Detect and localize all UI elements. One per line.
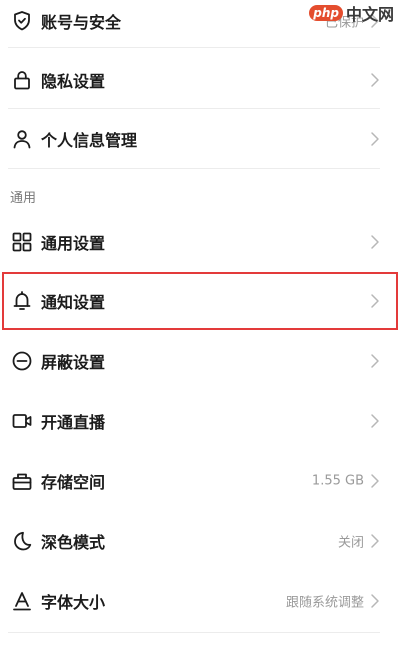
person-icon bbox=[10, 127, 34, 151]
settings-page: 账号与安全 已保护 隐私设置 个人信息管理 通用 通用设置 通知设置 屏蔽设置 … bbox=[0, 0, 400, 650]
grid-icon bbox=[10, 230, 34, 254]
dark-mode-value: 关闭 bbox=[337, 535, 364, 551]
divider bbox=[8, 168, 380, 169]
settings-item-general[interactable]: 通用设置 bbox=[0, 213, 400, 271]
storage-box-icon bbox=[10, 469, 34, 493]
settings-item-label: 通知设置 bbox=[41, 293, 106, 312]
chevron-right-icon bbox=[370, 533, 380, 549]
settings-item-notifications[interactable]: 通知设置 bbox=[0, 272, 400, 330]
chevron-right-icon bbox=[370, 413, 380, 429]
divider bbox=[8, 108, 380, 109]
divider bbox=[8, 632, 380, 633]
settings-item-storage[interactable]: 存储空间 1.55 GB bbox=[0, 452, 400, 510]
settings-item-label: 字体大小 bbox=[41, 593, 106, 612]
font-size-value: 跟随系统调整 bbox=[285, 595, 364, 611]
settings-item-label: 隐私设置 bbox=[41, 72, 106, 91]
watermark-logo: php 中文网 bbox=[309, 0, 394, 26]
shield-check-icon bbox=[10, 9, 34, 33]
chevron-right-icon bbox=[370, 593, 380, 609]
chevron-right-icon bbox=[370, 353, 380, 369]
chevron-right-icon bbox=[370, 473, 380, 489]
divider bbox=[8, 47, 380, 48]
settings-item-block[interactable]: 屏蔽设置 bbox=[0, 332, 400, 390]
settings-item-label: 深色模式 bbox=[41, 533, 106, 552]
bell-icon bbox=[10, 289, 34, 313]
settings-item-font-size[interactable]: 字体大小 跟随系统调整 bbox=[0, 572, 400, 630]
settings-item-personal-info[interactable]: 个人信息管理 bbox=[0, 110, 400, 168]
block-circle-icon bbox=[10, 349, 34, 373]
storage-size-value: 1.55 GB bbox=[311, 473, 364, 489]
settings-item-label: 开通直播 bbox=[41, 413, 106, 432]
settings-item-label: 个人信息管理 bbox=[41, 131, 138, 150]
chevron-right-icon bbox=[370, 131, 380, 147]
watermark-logo-badge: php bbox=[309, 5, 343, 21]
settings-item-label: 存储空间 bbox=[41, 473, 106, 492]
settings-item-label: 账号与安全 bbox=[41, 13, 122, 32]
settings-item-dark-mode[interactable]: 深色模式 关闭 bbox=[0, 512, 400, 570]
chevron-right-icon bbox=[370, 234, 380, 250]
lock-icon bbox=[10, 68, 34, 92]
watermark-text: 中文网 bbox=[345, 5, 394, 24]
section-title-general: 通用 bbox=[10, 191, 37, 206]
settings-item-live-stream[interactable]: 开通直播 bbox=[0, 392, 400, 450]
chevron-right-icon bbox=[370, 72, 380, 88]
font-a-icon bbox=[10, 589, 34, 613]
settings-item-label: 屏蔽设置 bbox=[41, 353, 106, 372]
settings-item-privacy[interactable]: 隐私设置 bbox=[0, 51, 400, 109]
settings-item-label: 通用设置 bbox=[41, 234, 106, 253]
video-camera-icon bbox=[10, 409, 34, 433]
moon-icon bbox=[10, 529, 34, 553]
chevron-right-icon bbox=[370, 293, 380, 309]
